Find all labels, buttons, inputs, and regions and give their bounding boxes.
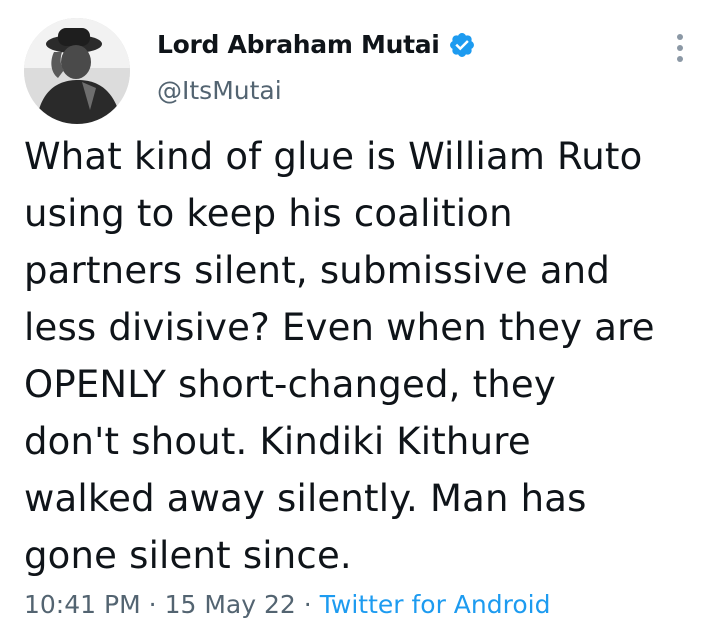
more-options-icon[interactable] [668,30,692,66]
author-name-row: Lord Abraham Mutai [157,30,476,59]
tweet-date[interactable]: 15 May 22 [165,590,296,619]
verified-badge-icon [448,31,476,59]
meta-separator: · [148,590,157,619]
tweet-time[interactable]: 10:41 PM [24,590,141,619]
tweet-meta: 10:41 PM · 15 May 22 · Twitter for Andro… [24,590,550,619]
avatar[interactable] [24,18,130,124]
tweet-text: What kind of glue is William Ruto using … [24,135,655,577]
avatar-photo [24,18,130,124]
meta-separator: · [303,590,312,619]
tweet-source-link[interactable]: Twitter for Android [320,590,551,619]
tweet-card: Lord Abraham Mutai @ItsMutai What kind o… [0,0,720,623]
more-dot [677,34,683,40]
more-dot [677,45,683,51]
author-display-name[interactable]: Lord Abraham Mutai [157,30,440,59]
author-handle[interactable]: @ItsMutai [157,76,282,105]
more-dot [677,56,683,62]
